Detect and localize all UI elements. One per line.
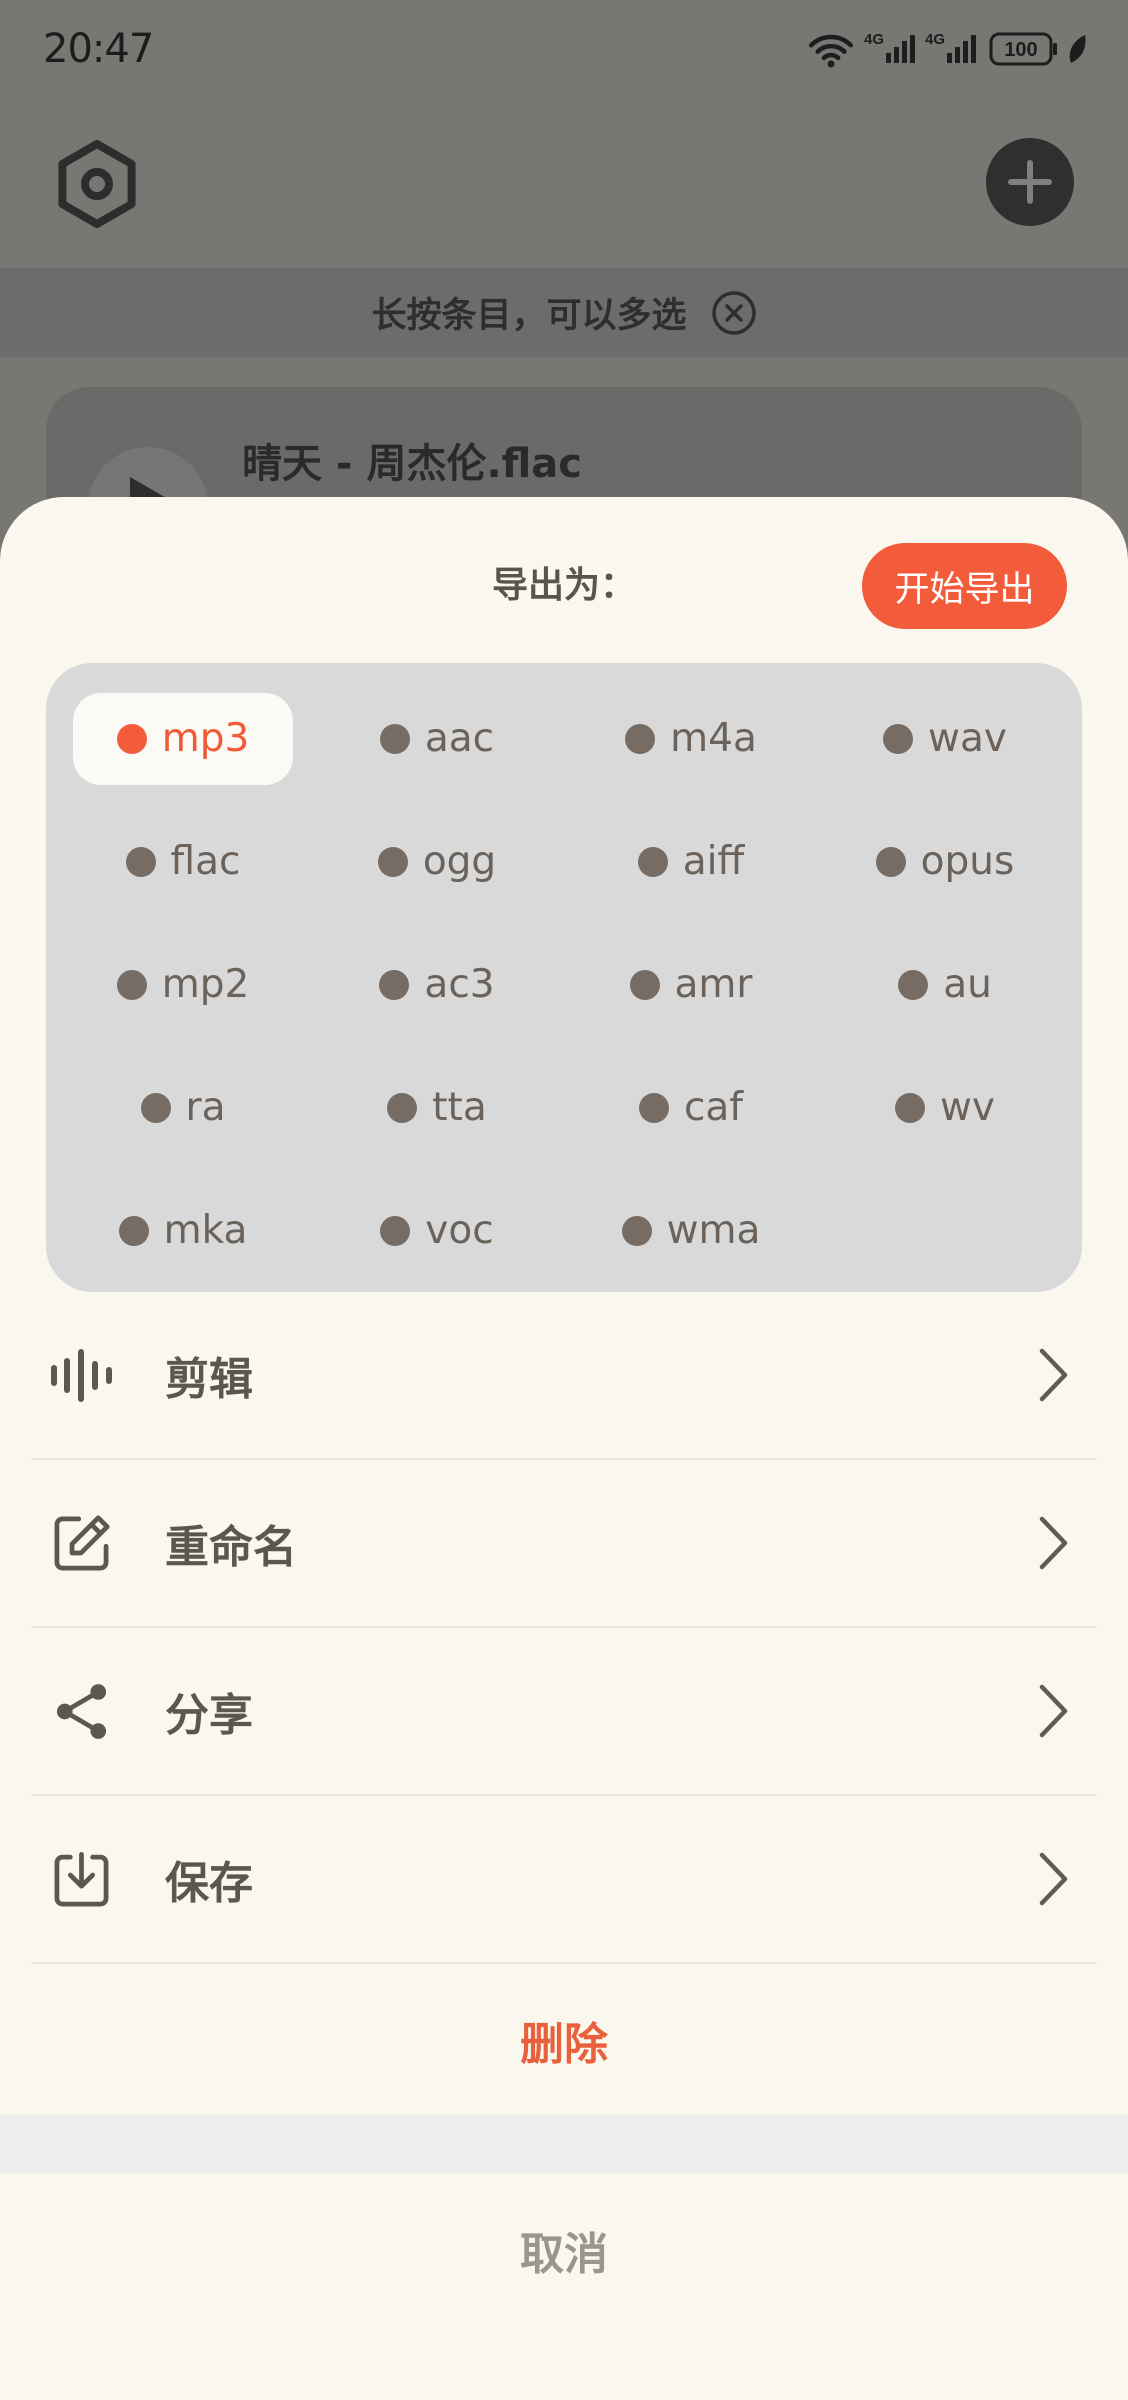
- radio-dot: [875, 847, 906, 877]
- format-label: mp2: [161, 962, 250, 1007]
- format-option-voc[interactable]: voc: [327, 1185, 547, 1277]
- radio-dot: [118, 1216, 149, 1246]
- format-option-mp3[interactable]: mp3: [73, 693, 293, 785]
- radio-dot: [380, 1216, 411, 1246]
- chevron-right-icon: [1036, 1683, 1070, 1739]
- action-save[interactable]: 保存: [31, 1796, 1097, 1964]
- radio-dot: [898, 970, 929, 1000]
- cancel-button[interactable]: 取消: [0, 2173, 1128, 2327]
- radio-dot: [637, 847, 668, 877]
- radio-dot: [883, 724, 914, 754]
- delete-button[interactable]: 删除: [0, 1964, 1128, 2115]
- radio-dot: [629, 970, 660, 1000]
- chevron-right-icon: [1036, 1347, 1070, 1403]
- format-label: wav: [928, 716, 1007, 761]
- format-option-mka[interactable]: mka: [73, 1185, 293, 1277]
- action-rename[interactable]: 重命名: [31, 1460, 1097, 1628]
- format-option-ac3[interactable]: ac3: [327, 939, 547, 1031]
- format-label: aac: [424, 716, 495, 761]
- action-label: 剪辑: [165, 1354, 253, 1405]
- format-label: au: [943, 962, 992, 1007]
- format-option-mp2[interactable]: mp2: [73, 939, 293, 1031]
- sheet-separator: [0, 2115, 1128, 2173]
- format-label: aiff: [682, 839, 745, 884]
- format-label: ra: [185, 1085, 226, 1130]
- format-grid: mp3 aac m4a wav flac ogg aiff opus mp2 a…: [46, 663, 1082, 1292]
- format-label: tta: [432, 1085, 487, 1130]
- edit-icon: [48, 1510, 115, 1577]
- radio-dot: [621, 1216, 652, 1246]
- format-label: ogg: [422, 839, 497, 884]
- format-option-ogg[interactable]: ogg: [327, 816, 547, 908]
- action-label: 保存: [165, 1858, 253, 1909]
- chevron-right-icon: [1036, 1851, 1070, 1907]
- format-label: wma: [666, 1208, 761, 1253]
- radio-dot: [125, 847, 156, 877]
- format-label: voc: [425, 1208, 494, 1253]
- radio-dot: [140, 1093, 171, 1123]
- radio-dot: [625, 724, 656, 754]
- format-label: mp3: [161, 716, 250, 761]
- download-icon: [48, 1846, 115, 1913]
- format-option-wma[interactable]: wma: [581, 1185, 801, 1277]
- share-icon: [48, 1678, 115, 1745]
- format-label: ac3: [424, 962, 495, 1007]
- format-option-m4a[interactable]: m4a: [581, 693, 801, 785]
- format-option-aiff[interactable]: aiff: [581, 816, 801, 908]
- format-option-tta[interactable]: tta: [327, 1062, 547, 1154]
- radio-dot: [379, 970, 410, 1000]
- format-label: wv: [940, 1085, 995, 1130]
- action-label: 重命名: [165, 1522, 297, 1573]
- format-option-flac[interactable]: flac: [73, 816, 293, 908]
- format-option-aac[interactable]: aac: [327, 693, 547, 785]
- action-share[interactable]: 分享: [31, 1628, 1097, 1796]
- start-export-button[interactable]: 开始导出: [862, 543, 1067, 629]
- format-option-wav[interactable]: wav: [835, 693, 1055, 785]
- action-label: 分享: [165, 1690, 253, 1741]
- radio-dot: [379, 724, 410, 754]
- format-option-wv[interactable]: wv: [835, 1062, 1055, 1154]
- action-trim[interactable]: 剪辑: [31, 1292, 1097, 1460]
- format-label: caf: [683, 1085, 744, 1130]
- radio-dot: [895, 1093, 925, 1123]
- format-option-caf[interactable]: caf: [581, 1062, 801, 1154]
- format-label: mka: [163, 1208, 248, 1253]
- format-label: amr: [674, 962, 753, 1007]
- radio-dot: [116, 724, 147, 754]
- waveform-icon: [48, 1342, 115, 1409]
- format-label: m4a: [670, 716, 757, 761]
- format-option-opus[interactable]: opus: [835, 816, 1055, 908]
- radio-dot: [116, 970, 147, 1000]
- export-bottom-sheet: 导出为： 开始导出 mp3 aac m4a wav flac ogg aiff …: [0, 497, 1128, 2400]
- radio-dot: [638, 1093, 669, 1123]
- format-option-amr[interactable]: amr: [581, 939, 801, 1031]
- format-option-au[interactable]: au: [835, 939, 1055, 1031]
- format-option-ra[interactable]: ra: [73, 1062, 293, 1154]
- radio-dot: [387, 1093, 418, 1123]
- format-label: flac: [170, 839, 241, 884]
- format-label: opus: [920, 839, 1015, 884]
- radio-dot: [377, 847, 408, 877]
- chevron-right-icon: [1036, 1515, 1070, 1571]
